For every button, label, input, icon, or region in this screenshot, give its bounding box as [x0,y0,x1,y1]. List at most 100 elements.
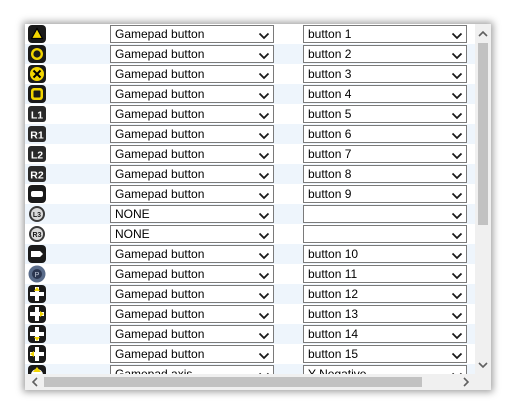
dpad-right-icon [28,305,46,323]
vertical-scrollbar[interactable] [475,24,491,374]
mapping-target-select[interactable]: button 13 [303,305,467,323]
chevron-down-icon [258,209,270,220]
chevron-down-icon [451,349,463,360]
mapping-row: L1 Gamepad button button 5 [25,104,475,124]
dpad-up-icon [28,285,46,303]
left-stick-up-icon [28,365,46,374]
mapping-target-select[interactable]: button 6 [303,125,467,143]
mapping-target-select[interactable]: button 7 [303,145,467,163]
scroll-right-button[interactable] [457,374,475,390]
mapping-type-select[interactable]: Gamepad button [110,165,274,183]
mapping-type-select[interactable]: Gamepad button [110,85,274,103]
mapping-row: Gamepad button button 9 [25,184,475,204]
mapping-target-select[interactable]: button 3 [303,65,467,83]
mapping-target-select-value: button 15 [308,347,359,361]
horizontal-scroll-thumb[interactable] [44,377,422,387]
mapping-target-select[interactable]: button 11 [303,265,467,283]
svg-text:L1: L1 [31,110,43,122]
chevron-down-icon [258,89,270,100]
mapping-type-select[interactable]: Gamepad button [110,185,274,203]
l2-icon: L2 [28,145,46,163]
svg-text:L2: L2 [31,150,43,162]
mapping-row: R3 NONE [25,224,475,244]
chevron-down-icon [258,129,270,140]
r2-icon: R2 [28,165,46,183]
mapping-type-select-value: NONE [115,207,150,221]
mapping-type-select[interactable]: Gamepad button [110,65,274,83]
mapping-target-select[interactable] [303,225,467,243]
mapping-type-select[interactable]: NONE [110,205,274,223]
chevron-down-icon [258,29,270,40]
mapping-target-select-value: button 1 [308,27,352,41]
mapping-target-select[interactable]: button 9 [303,185,467,203]
mapping-target-select-value: button 5 [308,107,352,121]
scroll-left-button[interactable] [25,374,43,390]
horizontal-scrollbar[interactable] [25,374,475,390]
mapping-target-select[interactable]: Y Negative [303,365,467,374]
mapping-target-select[interactable]: button 5 [303,105,467,123]
scroll-up-button[interactable] [475,24,491,42]
mapping-row: Gamepad button button 12 [25,284,475,304]
mapping-type-select[interactable]: Gamepad button [110,325,274,343]
mapping-target-select[interactable]: button 15 [303,345,467,363]
chevron-down-icon [451,209,463,220]
svg-text:R1: R1 [30,130,44,142]
mapping-type-select[interactable]: Gamepad button [110,145,274,163]
mapping-target-select[interactable]: button 10 [303,245,467,263]
mapping-row: Gamepad button button 1 [25,24,475,44]
mapping-target-select-value: button 7 [308,147,352,161]
mapping-target-select[interactable]: button 8 [303,165,467,183]
vertical-scroll-thumb[interactable] [478,43,488,225]
mapping-type-select-value: Gamepad button [115,247,205,261]
ps-button-icon: P [28,265,46,283]
mapping-target-select[interactable] [303,205,467,223]
chevron-down-icon [258,329,270,340]
chevron-down-icon [451,69,463,80]
mapping-type-select[interactable]: Gamepad button [110,245,274,263]
mapping-type-select[interactable]: Gamepad button [110,25,274,43]
mapping-type-select[interactable]: Gamepad button [110,105,274,123]
start-icon [28,245,46,263]
l1-icon: L1 [28,105,46,123]
chevron-down-icon [258,69,270,80]
gamepad-mapping-panel: Gamepad button button 1 Gamepad button butt… [25,24,491,390]
svg-text:P: P [35,272,40,279]
mapping-target-select[interactable]: button 1 [303,25,467,43]
mapping-type-select[interactable]: Gamepad button [110,265,274,283]
mapping-target-select[interactable]: button 2 [303,45,467,63]
chevron-down-icon [451,289,463,300]
mapping-type-select[interactable]: Gamepad button [110,305,274,323]
mapping-type-select-value: Gamepad axis [115,367,193,374]
chevron-down-icon [451,189,463,200]
mapping-type-select[interactable]: NONE [110,225,274,243]
mapping-type-select-value: Gamepad button [115,87,205,101]
mapping-type-select[interactable]: Gamepad button [110,345,274,363]
chevron-down-icon [451,309,463,320]
mapping-type-select-value: Gamepad button [115,187,205,201]
mapping-target-select[interactable]: button 12 [303,285,467,303]
chevron-down-icon [451,249,463,260]
mapping-target-select-value: button 3 [308,67,352,81]
mapping-type-select[interactable]: Gamepad button [110,285,274,303]
mapping-type-select-value: Gamepad button [115,287,205,301]
chevron-down-icon [258,309,270,320]
mapping-type-select-value: Gamepad button [115,27,205,41]
triangle-icon [28,25,46,43]
mapping-type-select[interactable]: Gamepad axis [110,365,274,374]
chevron-down-icon [451,129,463,140]
mapping-target-select-value: button 14 [308,327,359,341]
chevron-down-icon [258,109,270,120]
scroll-down-button[interactable] [475,356,491,374]
mapping-target-select[interactable]: button 14 [303,325,467,343]
mapping-target-select[interactable]: button 4 [303,85,467,103]
mapping-type-select-value: Gamepad button [115,67,205,81]
mapping-type-select[interactable]: Gamepad button [110,125,274,143]
chevron-down-icon [258,189,270,200]
mapping-type-select[interactable]: Gamepad button [110,45,274,63]
mapping-row: Gamepad button button 13 [25,304,475,324]
chevron-down-icon [258,49,270,60]
r1-icon: R1 [28,125,46,143]
mapping-row: P Gamepad button button 11 [25,264,475,284]
chevron-down-icon [451,149,463,160]
chevron-down-icon [451,229,463,240]
